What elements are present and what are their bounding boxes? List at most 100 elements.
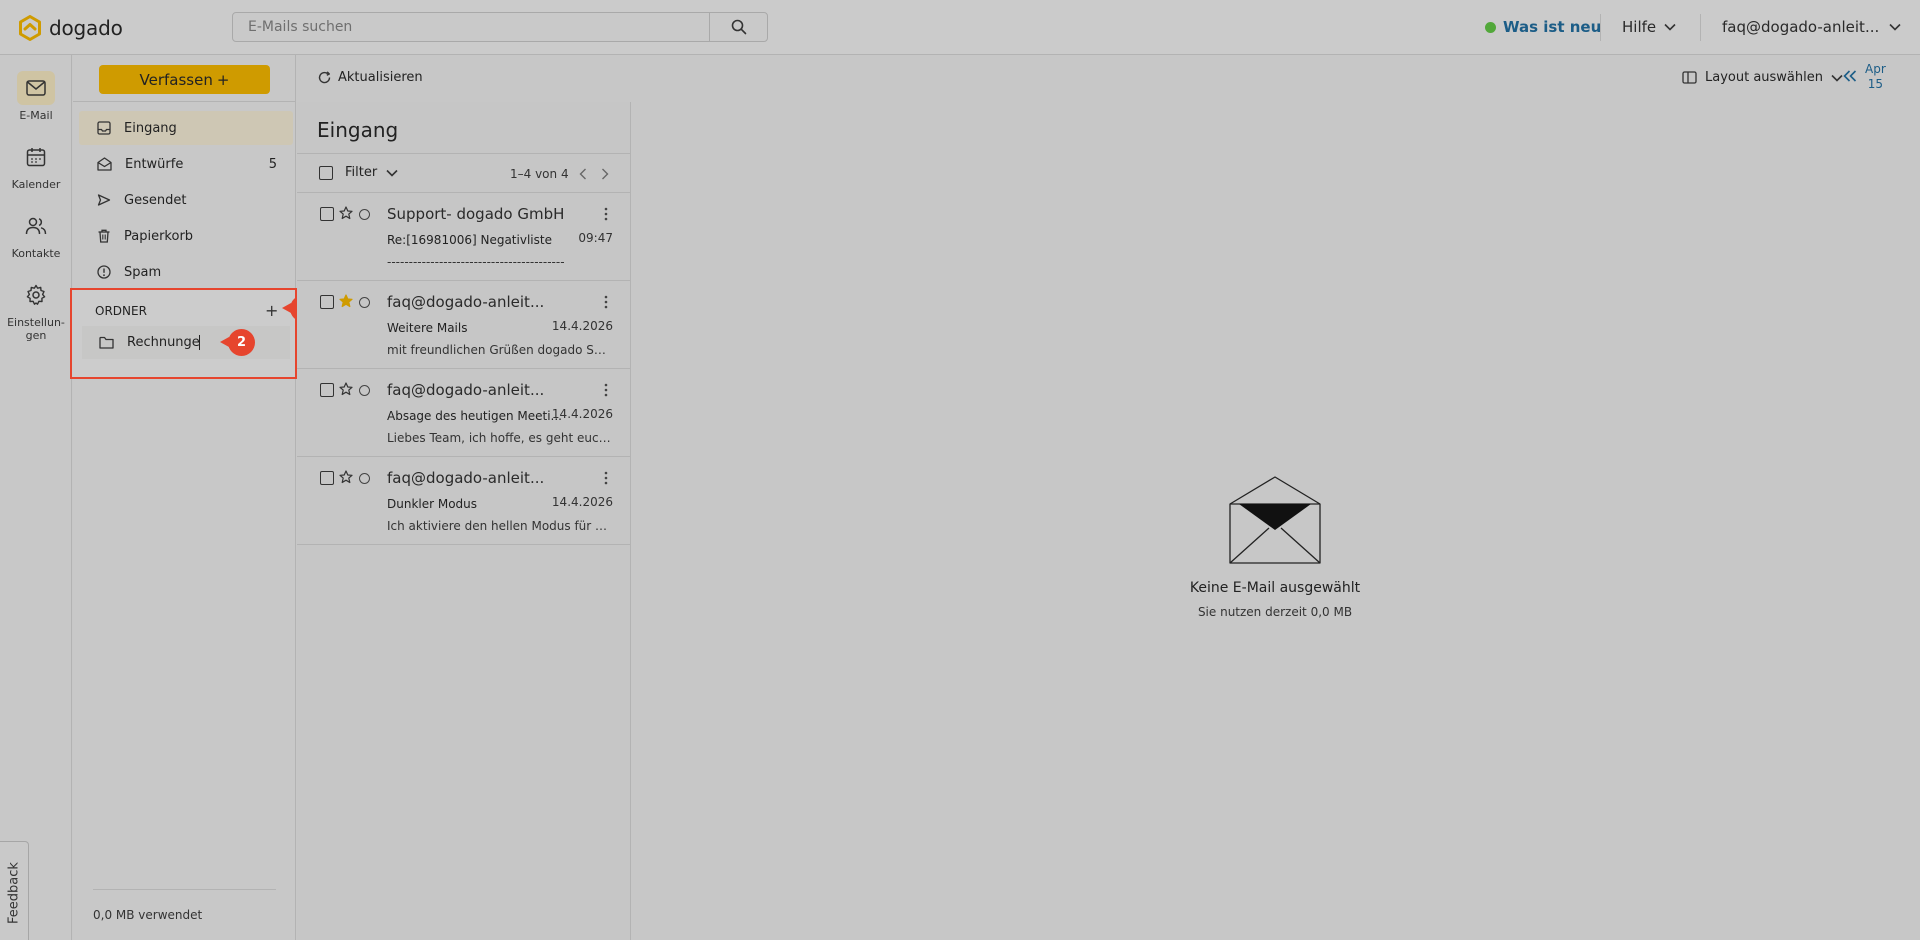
account-menu[interactable]: faq@dogado-anleit...	[1722, 18, 1901, 36]
open-envelope-icon	[1229, 476, 1321, 564]
star-icon[interactable]	[339, 470, 353, 484]
message-time: 09:47	[578, 231, 613, 245]
message-row[interactable]: faq@dogado-anleit... Dunkler Modus 14.4.…	[297, 457, 631, 545]
more-options-icon[interactable]	[604, 471, 608, 485]
message-subject: Absage des heutigen Meeti...	[387, 409, 562, 423]
message-checkbox[interactable]	[320, 207, 334, 221]
help-menu[interactable]: Hilfe	[1622, 18, 1676, 36]
star-icon[interactable]	[339, 382, 353, 396]
message-checkbox[interactable]	[320, 295, 334, 309]
folder-label: Papierkorb	[124, 228, 194, 244]
chevron-down-icon	[1831, 74, 1843, 82]
dogado-logo-icon	[18, 15, 42, 41]
divider	[73, 101, 296, 102]
message-sender: faq@dogado-anleit...	[387, 381, 545, 399]
date-day: 15	[1867, 77, 1884, 91]
search-button[interactable]	[709, 13, 767, 41]
add-folder-button[interactable]: +	[265, 301, 278, 320]
folder-count-badge: 5	[268, 156, 277, 172]
text-cursor	[199, 335, 200, 350]
status-dot-icon	[1485, 21, 1496, 33]
message-row[interactable]: faq@dogado-anleit... Absage des heutigen…	[297, 369, 631, 457]
more-options-icon[interactable]	[604, 383, 608, 397]
message-row[interactable]: Support- dogado GmbH Re:[16981006] Negat…	[297, 193, 631, 281]
chevron-down-icon	[1664, 23, 1676, 31]
message-row[interactable]: faq@dogado-anleit... Weitere Mails 14.4.…	[297, 281, 631, 369]
message-subject: Weitere Mails	[387, 321, 468, 335]
help-label: Hilfe	[1622, 18, 1657, 36]
new-folder-name-input[interactable]	[127, 335, 199, 350]
divider	[297, 153, 631, 154]
calendar-icon	[17, 140, 55, 174]
chevron-right-icon[interactable]	[601, 168, 609, 180]
mail-icon	[17, 71, 55, 105]
divider	[93, 889, 276, 890]
ordner-heading: ORDNER	[95, 304, 147, 318]
message-list: Eingang Filter 1–4 von 4 Support- dogado…	[297, 102, 631, 940]
rail-item-label: Kalender	[11, 178, 61, 191]
unread-toggle-icon[interactable]	[359, 385, 370, 396]
chevron-down-icon	[1889, 23, 1901, 31]
search-input[interactable]	[233, 13, 709, 41]
date-month: Apr	[1865, 62, 1886, 76]
inbox-icon	[97, 121, 111, 135]
rail-item-label: Kontakte	[11, 247, 61, 260]
folder-panel: Verfassen + Eingang Entwürfe 5 Gesendet …	[70, 55, 317, 940]
refresh-button[interactable]: Aktualisieren	[318, 70, 423, 85]
trash-icon	[97, 229, 111, 243]
message-checkbox[interactable]	[320, 383, 334, 397]
star-icon[interactable]	[339, 206, 353, 220]
storage-usage: 0,0 MB verwendet	[93, 908, 203, 922]
more-options-icon[interactable]	[604, 295, 608, 309]
rail-item-calendar[interactable]: Kalender	[0, 140, 72, 191]
folder-label: Eingang	[124, 120, 177, 136]
drafts-icon	[97, 157, 112, 171]
folder-item-spam[interactable]: Spam	[79, 255, 293, 289]
filter-dropdown[interactable]: Filter	[345, 165, 398, 180]
logo-text: dogado	[49, 16, 123, 40]
message-preview: Ich aktiviere den hellen Modus für die..…	[387, 519, 612, 533]
spam-icon	[97, 265, 111, 279]
contacts-icon	[17, 209, 55, 243]
rail-item-settings[interactable]: Einstellun- gen	[0, 278, 72, 342]
layout-label: Layout auswählen	[1705, 70, 1823, 85]
whats-new-label: Was ist neu	[1503, 18, 1602, 36]
list-title: Eingang	[317, 118, 399, 142]
rail-item-contacts[interactable]: Kontakte	[0, 209, 72, 260]
star-filled-icon[interactable]	[339, 294, 353, 308]
pagination-label: 1–4 von 4	[510, 167, 569, 181]
folder-label: Entwürfe	[125, 156, 184, 172]
gear-icon	[17, 278, 55, 312]
folder-item-papierkorb[interactable]: Papierkorb	[79, 219, 293, 253]
select-all-checkbox[interactable]	[319, 165, 333, 180]
layout-icon	[1682, 71, 1697, 84]
more-options-icon[interactable]	[604, 207, 608, 221]
empty-reading-pane: Keine E-Mail ausgewählt Sie nutzen derze…	[1155, 476, 1395, 619]
message-time: 14.4.2026	[551, 495, 613, 509]
folder-label: Gesendet	[124, 192, 187, 208]
rail-item-label: E-Mail	[19, 109, 53, 122]
chevron-left-icon[interactable]	[579, 168, 587, 180]
message-subject: Re:[16981006] Negativliste	[387, 233, 552, 247]
feedback-tab[interactable]: Feedback	[0, 841, 29, 940]
unread-toggle-icon[interactable]	[359, 209, 370, 220]
filter-label: Filter	[345, 165, 378, 180]
unread-toggle-icon[interactable]	[359, 473, 370, 484]
message-checkbox[interactable]	[320, 471, 334, 485]
folder-item-eingang[interactable]: Eingang	[79, 111, 293, 145]
whats-new-link[interactable]: Was ist neu	[1485, 18, 1601, 36]
compose-label: Verfassen	[139, 70, 213, 89]
calendar-panel-toggle[interactable]: Apr 15	[1843, 62, 1886, 92]
plus-icon: +	[216, 70, 230, 89]
logo[interactable]: dogado	[18, 15, 123, 41]
layout-select[interactable]: Layout auswählen	[1682, 70, 1843, 85]
message-sender: Support- dogado GmbH	[387, 205, 565, 223]
message-sender: faq@dogado-anleit...	[387, 293, 545, 311]
folder-item-entwuerfe[interactable]: Entwürfe 5	[79, 147, 293, 181]
divider	[1600, 14, 1601, 41]
rail-item-email[interactable]: E-Mail	[0, 71, 72, 122]
folder-item-gesendet[interactable]: Gesendet	[79, 183, 293, 217]
folder-icon	[99, 336, 114, 349]
compose-button[interactable]: Verfassen +	[99, 65, 270, 94]
unread-toggle-icon[interactable]	[359, 297, 370, 308]
